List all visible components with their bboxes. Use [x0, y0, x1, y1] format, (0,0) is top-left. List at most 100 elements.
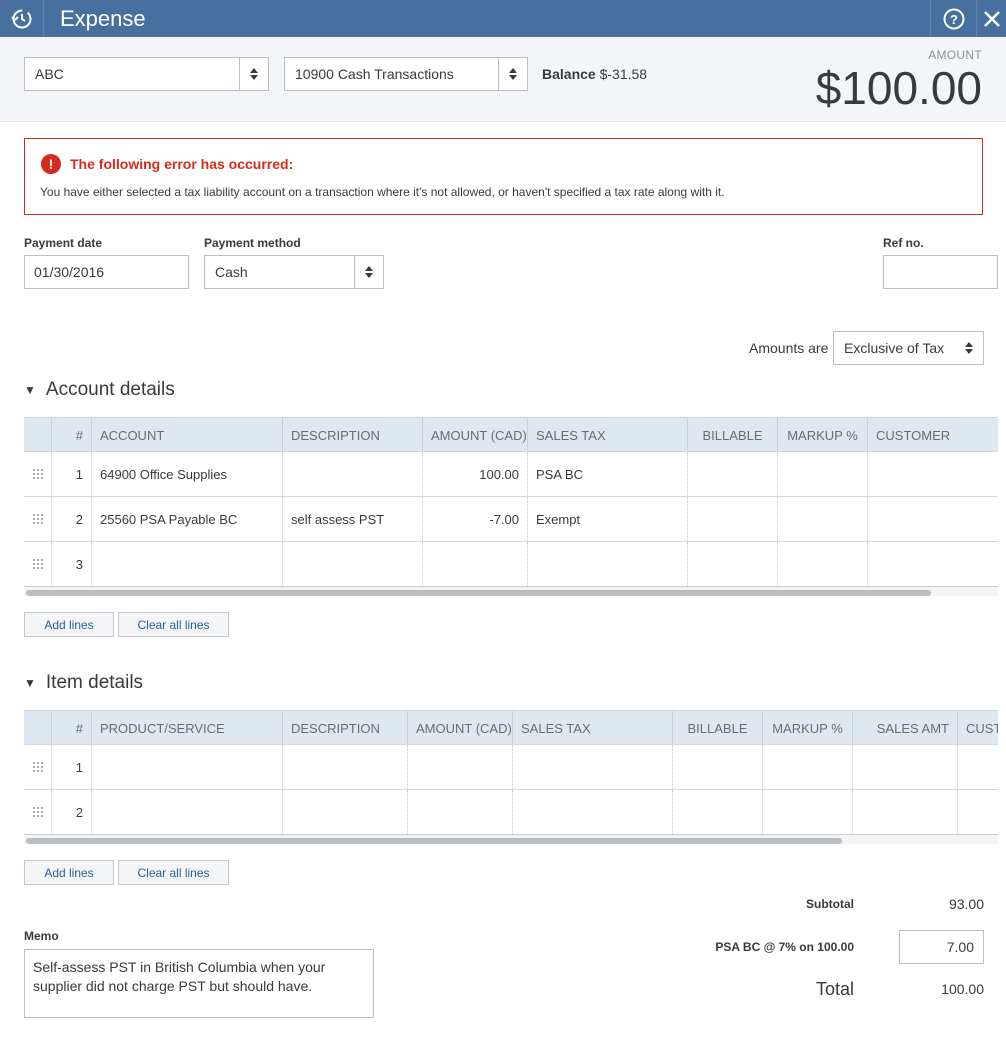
- drag-handle-icon[interactable]: [32, 468, 44, 480]
- markup-cell[interactable]: [762, 745, 852, 789]
- account-cell[interactable]: [91, 542, 282, 586]
- error-message: You have either selected a tax liability…: [40, 185, 725, 199]
- description-cell[interactable]: self assess PST: [282, 497, 422, 541]
- error-icon: !: [41, 154, 61, 174]
- sales-tax-cell[interactable]: PSA BC: [527, 452, 687, 496]
- sales-tax-cell[interactable]: [512, 745, 672, 789]
- clear-all-lines-button[interactable]: Clear all lines: [118, 612, 229, 637]
- product-cell[interactable]: [91, 745, 282, 789]
- account-cell[interactable]: 64900 Office Supplies: [91, 452, 282, 496]
- horizontal-scrollbar[interactable]: [24, 586, 998, 596]
- scrollbar-thumb[interactable]: [26, 838, 842, 844]
- amount-cell[interactable]: 100.00: [422, 452, 527, 496]
- description-cell[interactable]: [282, 745, 407, 789]
- add-lines-button[interactable]: Add lines: [24, 860, 114, 885]
- payment-date-field[interactable]: 01/30/2016: [24, 255, 189, 289]
- table-row[interactable]: 2: [24, 789, 998, 834]
- customer-cell[interactable]: [867, 497, 998, 541]
- drag-handle-icon[interactable]: [32, 558, 44, 570]
- account-select[interactable]: 10900 Cash Transactions: [284, 57, 528, 91]
- close-icon[interactable]: [976, 0, 1006, 37]
- account-value: 10900 Cash Transactions: [295, 66, 454, 82]
- billable-cell[interactable]: [672, 790, 762, 834]
- payee-value: ABC: [35, 66, 64, 82]
- markup-cell[interactable]: [762, 790, 852, 834]
- balance: Balance $-31.58: [542, 66, 647, 82]
- recent-transactions-icon[interactable]: [0, 0, 44, 37]
- svg-text:?: ?: [950, 12, 958, 27]
- payment-method-select[interactable]: Cash: [204, 255, 384, 289]
- column-header-account: ACCOUNT: [91, 418, 282, 452]
- payee-select[interactable]: ABC: [24, 57, 269, 91]
- drag-handle-icon[interactable]: [32, 513, 44, 525]
- column-header-customer: CUST: [957, 711, 998, 745]
- table-row[interactable]: 1: [24, 744, 998, 789]
- tax-amount-field[interactable]: 7.00: [899, 930, 984, 964]
- billable-cell[interactable]: [687, 452, 777, 496]
- column-header-markup: MARKUP %: [762, 711, 852, 745]
- balance-label: Balance: [542, 66, 596, 82]
- scrollbar-thumb[interactable]: [26, 590, 931, 596]
- markup-cell[interactable]: [777, 497, 867, 541]
- column-header-number: #: [51, 418, 91, 452]
- payment-date-value: 01/30/2016: [34, 264, 105, 280]
- customer-cell[interactable]: [867, 542, 998, 586]
- table-row[interactable]: 2 25560 PSA Payable BC self assess PST -…: [24, 496, 998, 541]
- description-cell[interactable]: [282, 790, 407, 834]
- table-row[interactable]: 3: [24, 541, 998, 586]
- column-header-number: #: [51, 711, 91, 745]
- product-cell[interactable]: [91, 790, 282, 834]
- column-header-description: DESCRIPTION: [282, 418, 422, 452]
- account-details-toggle[interactable]: ▼ Account details: [24, 379, 175, 401]
- horizontal-scrollbar[interactable]: [24, 834, 998, 844]
- memo-label: Memo: [24, 929, 59, 943]
- memo-field[interactable]: Self-assess PST in British Columbia when…: [24, 949, 374, 1018]
- window-title: Expense: [60, 5, 146, 31]
- item-details-table: # PRODUCT/SERVICE DESCRIPTION AMOUNT (CA…: [24, 710, 998, 850]
- amount-cell[interactable]: [407, 745, 512, 789]
- sales-amt-cell[interactable]: [852, 790, 957, 834]
- description-cell[interactable]: [282, 452, 422, 496]
- column-header-customer: CUSTOMER: [867, 418, 998, 452]
- sort-arrows-icon: [498, 58, 527, 90]
- item-details-toggle[interactable]: ▼ Item details: [24, 672, 143, 694]
- sales-tax-cell[interactable]: Exempt: [527, 497, 687, 541]
- billable-cell[interactable]: [687, 542, 777, 586]
- customer-cell[interactable]: [957, 745, 998, 789]
- table-row[interactable]: 1 64900 Office Supplies 100.00 PSA BC: [24, 451, 998, 496]
- markup-cell[interactable]: [777, 542, 867, 586]
- account-cell[interactable]: 25560 PSA Payable BC: [91, 497, 282, 541]
- column-header-markup: MARKUP %: [777, 418, 867, 452]
- payment-date-label: Payment date: [24, 236, 103, 250]
- drag-handle-icon[interactable]: [32, 806, 44, 818]
- amount-cell[interactable]: [407, 790, 512, 834]
- amount-label: AMOUNT: [928, 48, 982, 62]
- column-header-product: PRODUCT/SERVICE: [91, 711, 282, 745]
- sales-amt-cell[interactable]: [852, 745, 957, 789]
- tax-label: PSA BC @ 7% on 100.00: [715, 940, 854, 954]
- clear-all-lines-button[interactable]: Clear all lines: [118, 860, 229, 885]
- transaction-header: ABC 10900 Cash Transactions Balance $-31…: [0, 37, 1006, 122]
- sort-arrows-icon: [954, 332, 983, 364]
- error-title: The following error has occurred:: [70, 156, 294, 172]
- billable-cell[interactable]: [672, 745, 762, 789]
- add-lines-button[interactable]: Add lines: [24, 612, 114, 637]
- subtotal-label: Subtotal: [806, 897, 854, 911]
- amount-cell[interactable]: [422, 542, 527, 586]
- column-header-sales-amt: SALES AMT: [852, 711, 957, 745]
- sales-tax-cell[interactable]: [512, 790, 672, 834]
- customer-cell[interactable]: [957, 790, 998, 834]
- amounts-are-select[interactable]: Exclusive of Tax: [833, 331, 984, 365]
- help-icon[interactable]: ?: [930, 0, 976, 37]
- customer-cell[interactable]: [867, 452, 998, 496]
- column-header-sales-tax: SALES TAX: [512, 711, 672, 745]
- row-number: 3: [51, 542, 91, 586]
- description-cell[interactable]: [282, 542, 422, 586]
- amount-cell[interactable]: -7.00: [422, 497, 527, 541]
- payment-method-label: Payment method: [204, 236, 301, 250]
- drag-handle-icon[interactable]: [32, 761, 44, 773]
- sales-tax-cell[interactable]: [527, 542, 687, 586]
- billable-cell[interactable]: [687, 497, 777, 541]
- markup-cell[interactable]: [777, 452, 867, 496]
- ref-no-field[interactable]: [883, 255, 998, 289]
